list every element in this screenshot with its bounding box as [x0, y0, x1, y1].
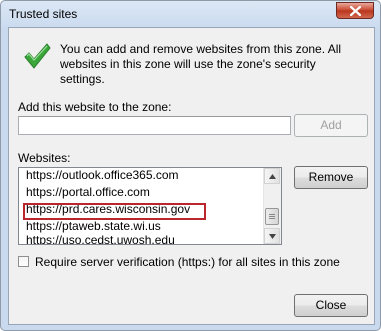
- close-icon: [350, 6, 361, 16]
- add-button[interactable]: Add: [294, 114, 368, 137]
- websites-list[interactable]: https://outlook.office365.com https://po…: [18, 167, 282, 245]
- window-close-button[interactable]: [336, 2, 374, 19]
- chevron-down-icon: [269, 234, 276, 239]
- scroll-up-button[interactable]: [264, 168, 280, 184]
- scroll-thumb[interactable]: [265, 208, 279, 225]
- add-site-input[interactable]: [18, 116, 291, 135]
- close-button[interactable]: Close: [294, 294, 368, 317]
- websites-label: Websites:: [18, 151, 71, 165]
- intro-text: You can add and remove websites from thi…: [60, 42, 342, 86]
- remove-button[interactable]: Remove: [294, 166, 368, 189]
- list-item[interactable]: https://uso.cedst.uwosh.edu: [19, 232, 264, 244]
- check-icon: [24, 43, 51, 69]
- add-site-label: Add this website to the zone:: [18, 100, 172, 114]
- scroll-down-button[interactable]: [264, 228, 280, 244]
- websites-scrollbar[interactable]: [263, 168, 281, 244]
- require-verification-label[interactable]: Require server verification (https:) for…: [35, 255, 340, 269]
- list-item[interactable]: https://prd.cares.wisconsin.gov: [19, 201, 264, 218]
- trusted-sites-dialog: Trusted sites You can add and remove web…: [0, 0, 381, 331]
- websites-list-items: https://outlook.office365.com https://po…: [19, 168, 264, 244]
- grip-line: [269, 216, 275, 217]
- list-item[interactable]: https://outlook.office365.com: [19, 168, 264, 184]
- require-verification-checkbox[interactable]: [18, 256, 29, 267]
- grip-line: [269, 218, 275, 219]
- dialog-body: You can add and remove websites from thi…: [8, 27, 375, 325]
- title-bar: Trusted sites: [1, 1, 380, 27]
- dialog-title: Trusted sites: [9, 7, 78, 21]
- chevron-up-icon: [269, 174, 276, 179]
- grip-line: [269, 214, 275, 215]
- list-item[interactable]: https://portal.office.com: [19, 184, 264, 201]
